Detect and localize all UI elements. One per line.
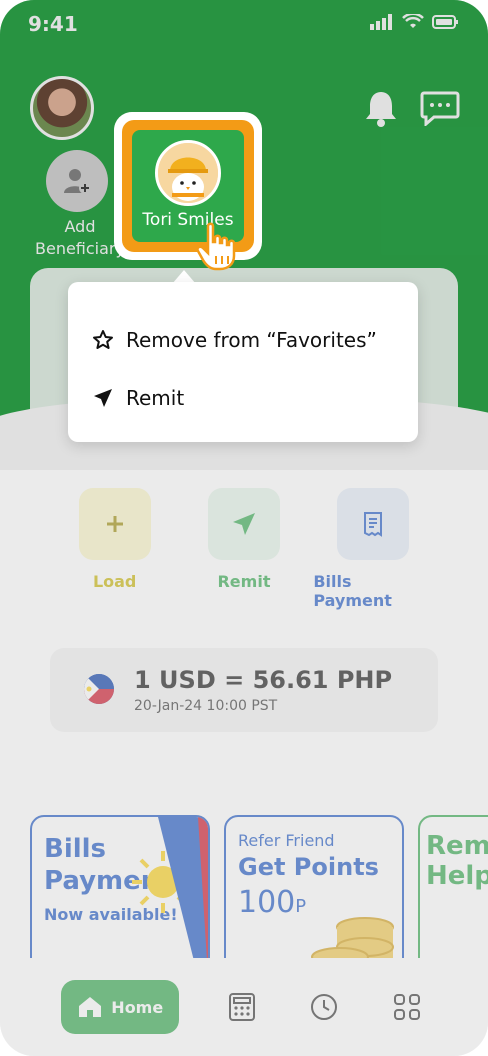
send-icon xyxy=(94,389,112,407)
menu-item-label: Remit xyxy=(126,386,185,410)
modal-overlay-lower xyxy=(0,470,488,1056)
remove-favorite-menu-item[interactable]: Remove from “Favorites” xyxy=(92,320,377,360)
phone-screen: 9:41 Add Beneficiary Load Remit Bills Pa… xyxy=(0,0,488,1056)
context-menu: Remove from “Favorites” Remit xyxy=(68,282,418,442)
pointer-hand-icon xyxy=(196,222,240,276)
remit-menu-item[interactable]: Remit xyxy=(92,378,184,418)
menu-item-label: Remove from “Favorites” xyxy=(126,328,377,352)
star-outline-icon xyxy=(93,330,113,349)
favorite-avatar xyxy=(155,140,221,206)
